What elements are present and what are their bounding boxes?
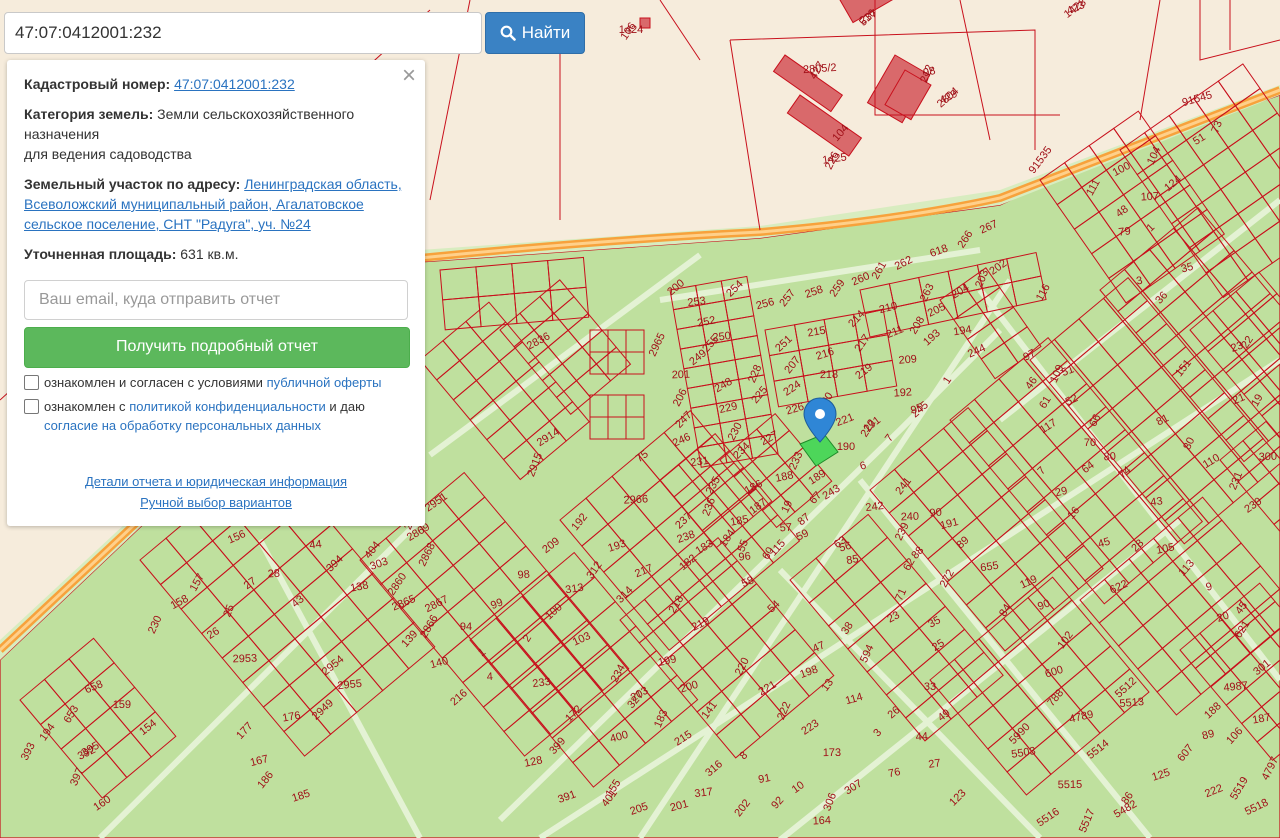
parcel-number-label: 43	[1150, 495, 1164, 509]
parcel-number-label: 96	[738, 550, 751, 563]
parcel-number-label: 91	[757, 772, 771, 786]
parcel-number-label: 79	[1118, 225, 1132, 238]
address-row: Земельный участок по адресу: Ленинградск…	[24, 174, 408, 234]
search-button-label: Найти	[521, 23, 571, 42]
personal-data-consent-link[interactable]: согласие на обработку персональных данны…	[44, 418, 321, 433]
parcel-number-label: 28	[267, 568, 280, 581]
parcel-number-label: 164	[812, 815, 831, 828]
cadastral-number-label: Кадастровый номер:	[24, 76, 171, 92]
parcel-number-label: 201	[672, 369, 691, 382]
parcel-number-label: 57	[779, 522, 792, 535]
cadastral-number-link[interactable]: 47:07:0412001:232	[174, 76, 295, 92]
parcel-number-label: 27	[928, 757, 942, 771]
land-use-value: для ведения садоводства	[24, 146, 192, 162]
get-report-button[interactable]: Получить подробный отчет	[24, 327, 410, 368]
parcel-number-label: 2966	[623, 493, 648, 506]
manual-selection-link[interactable]: Ручной выбор вариантов	[140, 495, 292, 510]
privacy-policy-link[interactable]: политикой конфиденциальности	[129, 399, 326, 414]
area-label: Уточненная площадь:	[24, 246, 177, 262]
offer-consent-text: ознакомлен и согласен с условиями	[44, 375, 263, 390]
parcel-info-panel: × Кадастровый номер: 47:07:0412001:232 К…	[7, 60, 425, 526]
parcel-number-label: 44	[309, 538, 323, 551]
parcel-number-label: 5515	[1058, 779, 1083, 791]
area-row: Уточненная площадь: 631 кв.м.	[24, 244, 408, 264]
checkbox-icon[interactable]	[24, 399, 39, 414]
search-button[interactable]: Найти	[485, 12, 585, 54]
parcel-number-label: 233	[532, 676, 552, 690]
parcel-number-label: 190	[837, 441, 855, 453]
parcel-number-label: 98	[517, 569, 530, 582]
privacy-consent-text: ознакомлен с	[44, 399, 126, 414]
close-icon[interactable]: ×	[402, 64, 416, 88]
parcel-number-label: 90	[929, 507, 942, 520]
parcel-number-label: 250	[712, 330, 732, 344]
parcel-number-label: 159	[113, 699, 132, 711]
address-label: Земельный участок по адресу:	[24, 176, 241, 192]
checkbox-icon[interactable]	[24, 375, 39, 390]
public-offer-link[interactable]: публичной оферты	[267, 375, 382, 390]
parcel-number-label: 231	[690, 455, 710, 469]
panel-footer-links: Детали отчета и юридическая информация Р…	[24, 471, 408, 513]
privacy-consent-and: и даю	[329, 399, 365, 414]
parcel-number-label: 44	[915, 731, 928, 744]
parcel-number-label: 2953	[232, 653, 257, 666]
cadastral-search-input[interactable]	[4, 12, 482, 54]
parcel-number-label: 218	[820, 369, 839, 381]
cadastral-number-row: Кадастровый номер: 47:07:0412001:232	[24, 74, 408, 94]
parcel-number-label: 173	[823, 747, 842, 759]
parcel-number-label: 33	[924, 681, 936, 693]
parcel-number-label: 107	[1140, 191, 1159, 204]
parcel-number-label: 4987	[1223, 680, 1249, 694]
land-category-row: Категория земель: Земли сельскохозяйстве…	[24, 104, 408, 164]
area-value: 631 кв.м.	[180, 246, 239, 262]
parcel-number-label: 94	[460, 621, 472, 633]
parcel-number-label: 4	[486, 671, 493, 683]
parcel-number-label: 70	[1084, 437, 1096, 449]
search-icon	[500, 25, 516, 41]
parcel-number-label: 240	[901, 511, 920, 524]
parcel-number-label: 209	[898, 353, 917, 367]
parcel-number-label: 242	[865, 500, 885, 514]
parcel-number-label: 2955	[337, 678, 363, 692]
parcel-number-label: 85	[845, 553, 859, 567]
privacy-consent-checkbox[interactable]: ознакомлен с политикой конфиденциальност…	[24, 397, 408, 435]
parcel-number-label: 253	[687, 295, 707, 309]
offer-consent-checkbox[interactable]: ознакомлен и согласен с условиями публич…	[24, 373, 408, 392]
report-details-link[interactable]: Детали отчета и юридическая информация	[85, 474, 347, 489]
email-input[interactable]: Ваш email, куда отправить отчет	[24, 280, 408, 320]
parcel-number-label: 80	[1103, 451, 1116, 464]
parcel-number-label: 192	[893, 386, 912, 399]
land-category-label: Категория земель:	[24, 106, 154, 122]
parcel-number-label: 76	[887, 766, 901, 780]
parcel-number-label: 300	[1259, 451, 1278, 464]
parcel-number-label: 317	[694, 786, 714, 800]
